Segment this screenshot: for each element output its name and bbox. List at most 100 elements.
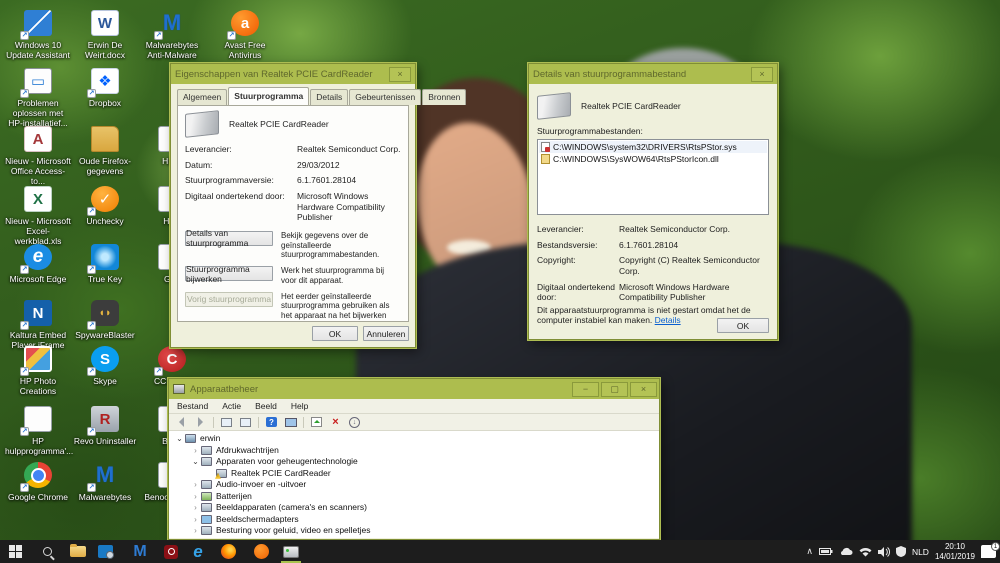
tab-stuurprogramma[interactable]: Stuurprogramma — [228, 87, 309, 105]
firefox-taskbar-button[interactable] — [215, 540, 241, 563]
desktop-icon-excel-doc[interactable]: X Nieuw - Microsoft Excel-werkblad.xls — [5, 184, 71, 246]
help-button[interactable]: ? — [265, 416, 278, 428]
desktop-icon-label: Unchecky — [72, 216, 138, 226]
update-driver-button[interactable] — [310, 416, 323, 428]
maximize-button[interactable]: ▢ — [601, 382, 628, 397]
desktop-icon-hp-photo-creations[interactable]: ↗ HP Photo Creations — [5, 344, 71, 396]
device-manager-taskbar-button[interactable] — [278, 540, 304, 563]
desktop-icon-skype[interactable]: S↗ Skype — [72, 344, 138, 386]
firefox-icon — [221, 544, 236, 559]
desktop-icon-google-chrome[interactable]: ↗ Google Chrome — [5, 460, 71, 502]
tree-row-memory-technology[interactable]: Apparaten voor geheugentechnologie — [169, 456, 659, 468]
tab-gebeurtenissen[interactable]: Gebeurtenissen — [349, 89, 421, 105]
driver-file-row[interactable]: C:\WINDOWS\SysWOW64\RtsPStorIcon.dll — [539, 153, 767, 165]
tree-row-batteries[interactable]: Batterijen — [169, 491, 659, 503]
tab-details[interactable]: Details — [310, 89, 348, 105]
close-button[interactable] — [751, 67, 773, 82]
tree-row-imaging-devices[interactable]: Beeldapparaten (camera's en scanners) — [169, 502, 659, 514]
desktop-icon-microsoft-edge[interactable]: e↗ Microsoft Edge — [5, 242, 71, 284]
device-manager-titlebar[interactable]: Apparaatbeheer − ▢ × — [169, 379, 659, 399]
desktop-icon-revo-uninstaller[interactable]: R↗ Revo Uninstaller — [72, 404, 138, 446]
tree-row-print-queues[interactable]: Afdrukwachtrijen — [169, 445, 659, 457]
uninstall-device-button[interactable]: × — [329, 416, 342, 428]
menu-beeld[interactable]: Beeld — [255, 401, 277, 411]
malwarebytes-taskbar-button[interactable]: M — [127, 540, 153, 563]
desktop-icon-malwarebytes-anti-malware[interactable]: M↗ Malwarebytes Anti-Malware — [139, 8, 205, 60]
onedrive-cloud-icon[interactable] — [839, 547, 853, 556]
edge-taskbar-button[interactable]: e — [185, 540, 211, 563]
power-app-button[interactable] — [158, 540, 184, 563]
desktop-icon-word-doc[interactable]: W Erwin De Weirt.docx — [72, 8, 138, 60]
desktop-icon-problemen-oplossen[interactable]: ▭↗ Problemen oplossen met HP-installatie… — [5, 66, 71, 128]
tree-row-display-adapters[interactable]: Beeldschermadapters — [169, 514, 659, 526]
ok-button[interactable]: OK — [717, 318, 769, 333]
tray-chevron-up-icon[interactable]: ∧ — [806, 546, 813, 557]
scan-hardware-button[interactable] — [284, 416, 297, 428]
tree-row-sound-controllers[interactable]: Besturing voor geluid, video en spelletj… — [169, 525, 659, 537]
driver-files-list[interactable]: C:\WINDOWS\system32\DRIVERS\RtsPStor.sys… — [537, 139, 769, 215]
chevron-right-icon[interactable] — [191, 514, 200, 526]
desktop-icon-spywareblaster[interactable]: ◖◗↗ SpywareBlaster — [72, 298, 138, 340]
desktop-icon-windows-update-assistant[interactable]: ↗ Windows 10 Update Assistant — [5, 8, 71, 60]
details-link[interactable]: Details — [655, 315, 681, 325]
update-driver-button[interactable]: Stuurprogramma bijwerken — [185, 266, 273, 281]
system-app-button[interactable] — [92, 540, 118, 563]
cancel-button[interactable]: Annuleren — [363, 326, 409, 341]
properties-dialog-titlebar[interactable]: Eigenschappen van Realtek PCIE CardReade… — [171, 64, 415, 84]
back-button[interactable] — [175, 416, 188, 428]
language-indicator[interactable]: NLD — [912, 547, 929, 557]
close-button[interactable] — [389, 67, 411, 82]
files-list-label: Stuurprogrammabestanden: — [537, 126, 769, 136]
file-explorer-button[interactable] — [65, 540, 91, 563]
menu-actie[interactable]: Actie — [222, 401, 241, 411]
chevron-right-icon[interactable] — [191, 445, 200, 457]
desktop-icon-oude-firefox-gegevens[interactable]: Oude Firefox-gegevens — [72, 124, 138, 176]
forward-button[interactable] — [194, 416, 207, 428]
shortcut-arrow-icon: ↗ — [20, 483, 29, 492]
chevron-down-icon[interactable] — [175, 433, 184, 445]
chevron-right-icon[interactable] — [191, 502, 200, 514]
close-button[interactable]: × — [630, 382, 657, 397]
malwarebytes-shield-icon[interactable] — [896, 546, 906, 557]
menu-help[interactable]: Help — [291, 401, 308, 411]
desktop-icon-dropbox[interactable]: ❖↗ Dropbox — [72, 66, 138, 108]
battery-icon[interactable] — [819, 547, 833, 556]
driver-file-row[interactable]: C:\WINDOWS\system32\DRIVERS\RtsPStor.sys — [539, 141, 767, 153]
start-button[interactable] — [2, 540, 28, 563]
chevron-right-icon[interactable] — [191, 525, 200, 537]
chevron-right-icon[interactable] — [191, 491, 200, 503]
desktop-icon-access-doc[interactable]: A Nieuw - Microsoft Office Access-to... — [5, 124, 71, 186]
console-tree-button[interactable] — [220, 416, 233, 428]
tree-row-audio[interactable]: Audio-invoer en -uitvoer — [169, 479, 659, 491]
tree-row-realtek-cardreader[interactable]: Realtek PCIE CardReader — [169, 468, 659, 480]
power-icon — [164, 545, 178, 559]
action-center-icon[interactable]: 1 — [981, 545, 996, 558]
desktop-icon-unchecky[interactable]: ✓↗ Unchecky — [72, 184, 138, 226]
ok-button[interactable]: OK — [312, 326, 358, 341]
disable-device-button[interactable]: ↓ — [348, 416, 361, 428]
menu-bestand[interactable]: Bestand — [177, 401, 208, 411]
desktop-icon-avast[interactable]: a↗ Avast Free Antivirus — [212, 8, 278, 60]
desktop-icon-malwarebytes[interactable]: M↗ Malwarebytes — [72, 460, 138, 502]
desktop-icon-hp-hulpprogramma[interactable]: ↗ HP hulpprogramma'... — [5, 404, 71, 456]
roll-back-driver-button[interactable]: Vorig stuurprogramma — [185, 292, 273, 307]
chevron-down-icon[interactable] — [191, 456, 200, 468]
driver-details-titlebar[interactable]: Details van stuurprogrammabestand — [529, 64, 777, 84]
desktop-icon-kaltura[interactable]: N↗ Kaltura Embed Player iFrame — [5, 298, 71, 350]
volume-icon[interactable] — [878, 547, 890, 557]
search-button[interactable] — [34, 540, 60, 563]
chevron-right-icon[interactable] — [191, 479, 200, 491]
properties-button[interactable] — [239, 416, 252, 428]
tab-bronnen[interactable]: Bronnen — [422, 89, 466, 105]
cardreader-device-icon — [185, 110, 219, 138]
tree-row-computer[interactable]: erwin — [169, 433, 659, 445]
display-adapter-icon — [201, 515, 212, 524]
driver-details-button[interactable]: Details van stuurprogramma — [185, 231, 273, 246]
wifi-icon[interactable] — [859, 547, 872, 557]
minimize-button[interactable]: − — [572, 382, 599, 397]
tree-label: Realtek PCIE CardReader — [231, 468, 331, 480]
clock[interactable]: 20:10 14/01/2019 — [935, 542, 975, 562]
tab-algemeen[interactable]: Algemeen — [177, 89, 227, 105]
desktop-icon-true-key[interactable]: ↗ True Key — [72, 242, 138, 284]
avast-taskbar-button[interactable] — [248, 540, 274, 563]
